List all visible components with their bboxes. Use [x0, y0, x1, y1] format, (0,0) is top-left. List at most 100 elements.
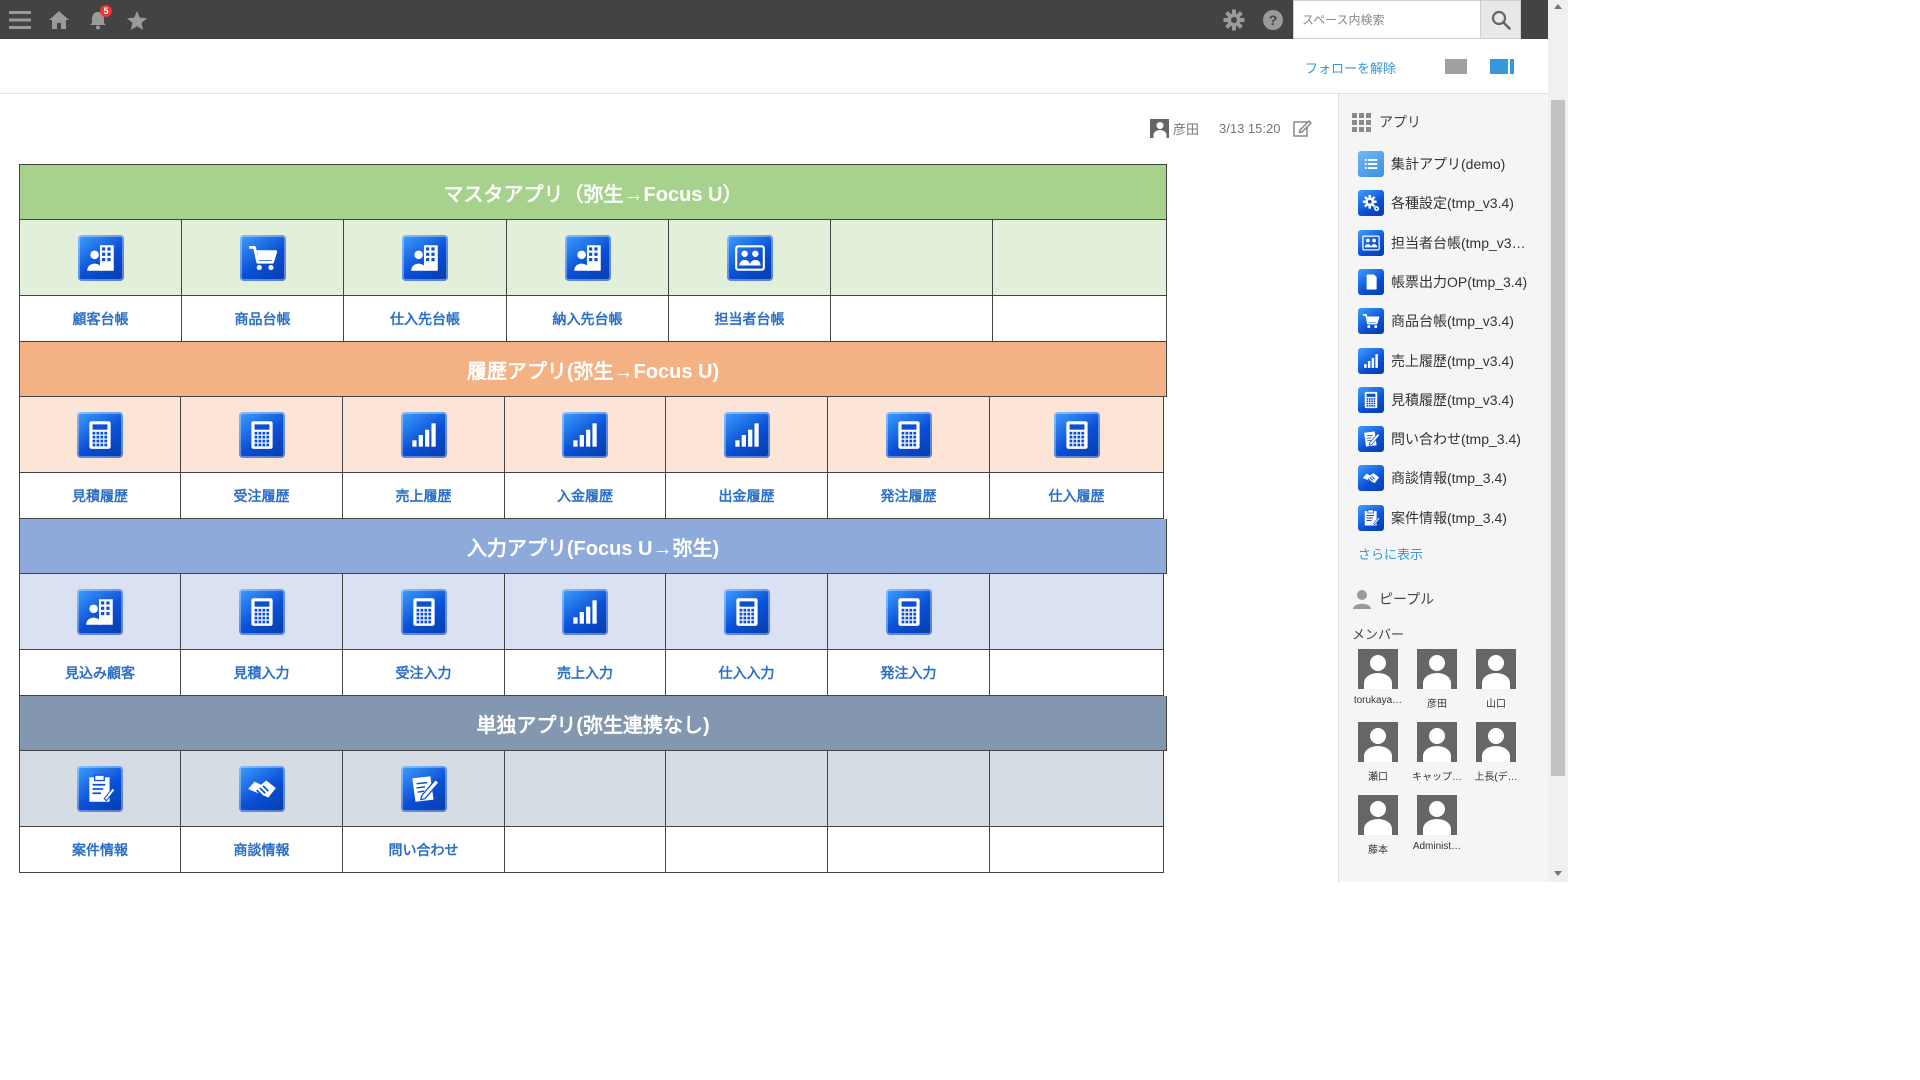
building-person-icon[interactable] [77, 234, 124, 281]
app-link[interactable]: 売上入力 [505, 650, 666, 696]
cart-icon [1358, 308, 1384, 335]
scroll-thumb[interactable] [1551, 100, 1565, 776]
sidebar-app-item[interactable]: 各種設定(tmp_v3.4) [1358, 189, 1543, 217]
member-item[interactable]: 山口 [1471, 649, 1521, 710]
app-link[interactable]: 受注履歴 [181, 473, 343, 519]
handshake-icon[interactable] [238, 765, 285, 812]
member-name: 藤本 [1368, 845, 1388, 856]
building-person-icon[interactable] [402, 234, 448, 281]
app-link[interactable]: 発注履歴 [828, 473, 990, 519]
bar-chart-icon[interactable] [562, 411, 608, 458]
building-person-icon[interactable] [77, 588, 123, 635]
calculator-icon[interactable] [885, 411, 932, 458]
icon-cell [343, 574, 505, 650]
bar-chart-icon[interactable] [723, 411, 770, 458]
bell-icon[interactable]: 5 [86, 5, 112, 32]
sidebar-app-item[interactable]: 売上履歴(tmp_v3.4) [1358, 347, 1543, 375]
app-link[interactable]: 問い合わせ [343, 827, 505, 873]
app-link[interactable]: 仕入先台帳 [344, 296, 507, 342]
calculator-icon[interactable] [1053, 411, 1100, 458]
sidebar-app-item[interactable]: 商品台帳(tmp_v3.4) [1358, 307, 1543, 335]
app-link[interactable]: 発注入力 [828, 650, 990, 696]
member-item[interactable]: 藤本 [1353, 795, 1403, 856]
svg-text:?: ? [1269, 12, 1278, 28]
app-link[interactable]: 担当者台帳 [669, 296, 831, 342]
calculator-icon[interactable] [723, 588, 770, 635]
app-link[interactable]: 見込み顧客 [20, 650, 181, 696]
edit-icon[interactable] [1292, 118, 1313, 138]
app-link[interactable]: 納入先台帳 [507, 296, 669, 342]
home-icon[interactable] [47, 8, 71, 32]
app-link[interactable]: 見積入力 [181, 650, 343, 696]
app-link[interactable]: 売上履歴 [343, 473, 505, 519]
sidebar-app-label: 集計アプリ(demo) [1391, 156, 1506, 172]
document-pen-icon[interactable] [400, 765, 447, 812]
help-icon[interactable]: ? [1261, 8, 1285, 32]
app-link[interactable]: 受注入力 [343, 650, 505, 696]
empty-cell [666, 827, 828, 873]
author-name[interactable]: 彦田 [1173, 119, 1199, 138]
member-item[interactable]: 瀬口 [1353, 722, 1403, 783]
search-button[interactable] [1481, 0, 1521, 39]
sidebar-app-item[interactable]: 集計アプリ(demo) [1358, 150, 1543, 178]
gear-icon[interactable] [1222, 8, 1246, 32]
icon-cell [669, 220, 831, 296]
author-avatar [1150, 118, 1169, 138]
search-input[interactable] [1293, 0, 1481, 39]
right-sidebar: アプリ 集計アプリ(demo) 各種設定(tmp_v3.4) 担当者台帳(tmp_v… [1338, 94, 1548, 882]
member-item[interactable]: torukaya… [1353, 649, 1403, 706]
app-link[interactable]: 仕入入力 [666, 650, 828, 696]
scroll-down-arrow[interactable] [1554, 871, 1562, 876]
app-link[interactable]: 商品台帳 [182, 296, 344, 342]
people-icon[interactable] [726, 234, 773, 281]
vertical-scrollbar[interactable] [1548, 0, 1568, 882]
member-item[interactable]: キャップ… [1412, 722, 1462, 783]
app-link[interactable]: 仕入履歴 [990, 473, 1164, 519]
people-icon [1358, 229, 1384, 256]
app-link[interactable]: 出金履歴 [666, 473, 828, 519]
member-item[interactable]: Administ… [1412, 795, 1462, 852]
sidebar-app-item[interactable]: 問い合わせ(tmp_3.4) [1358, 425, 1543, 453]
app-link[interactable]: 案件情報 [20, 827, 181, 873]
calculator-icon[interactable] [400, 588, 447, 635]
calculator-icon[interactable] [238, 411, 285, 458]
member-name: torukaya… [1353, 695, 1403, 706]
bar-chart-icon[interactable] [400, 411, 447, 458]
calculator-icon[interactable] [885, 588, 932, 635]
app-link[interactable]: 見積履歴 [20, 473, 181, 519]
member-item[interactable]: 彦田 [1412, 649, 1462, 710]
app-link[interactable]: 顧客台帳 [20, 296, 182, 342]
scroll-up-arrow[interactable] [1554, 4, 1562, 9]
sidebar-app-item[interactable]: 担当者台帳(tmp_v3… [1358, 229, 1543, 257]
icon-cell [666, 751, 828, 827]
sidebar-app-item[interactable]: 見積履歴(tmp_v3.4) [1358, 386, 1543, 414]
cart-icon[interactable] [239, 234, 286, 281]
sidebar-app-label: 案件情報(tmp_3.4) [1391, 509, 1507, 526]
notification-badge: 5 [100, 5, 112, 17]
calculator-icon[interactable] [77, 411, 123, 458]
member-item[interactable]: 上長(デ… [1471, 722, 1521, 783]
layout-sidebar-icon[interactable] [1490, 59, 1514, 74]
sidebar-app-item[interactable]: 商談情報(tmp_3.4) [1358, 464, 1543, 492]
menu-icon[interactable] [8, 8, 32, 32]
avatar [1358, 649, 1398, 689]
icon-cell [20, 574, 181, 650]
clipboard-icon[interactable] [77, 765, 123, 812]
bar-chart-icon[interactable] [562, 588, 608, 635]
icon-cell [343, 751, 505, 827]
show-more-link[interactable]: さらに表示 [1358, 544, 1423, 563]
app-link[interactable]: 入金履歴 [505, 473, 666, 519]
sidebar-app-item[interactable]: 案件情報(tmp_3.4) [1358, 504, 1543, 532]
star-icon[interactable] [125, 8, 149, 32]
icon-cell [666, 397, 828, 473]
unfollow-link[interactable]: フォローを解除 [1305, 58, 1396, 77]
building-person-icon[interactable] [564, 234, 611, 281]
icon-cell [990, 397, 1164, 473]
app-link[interactable]: 商談情報 [181, 827, 343, 873]
calculator-icon[interactable] [238, 588, 285, 635]
section-header: マスタアプリ（弥生→Focus U） [20, 165, 1167, 220]
sidebar-app-label: 売上履歴(tmp_v3.4) [1391, 352, 1514, 369]
sidebar-app-item[interactable]: 帳票出力OP(tmp_3.4) [1358, 268, 1543, 296]
layout-single-icon[interactable] [1445, 59, 1467, 74]
member-name: Administ… [1412, 841, 1462, 852]
